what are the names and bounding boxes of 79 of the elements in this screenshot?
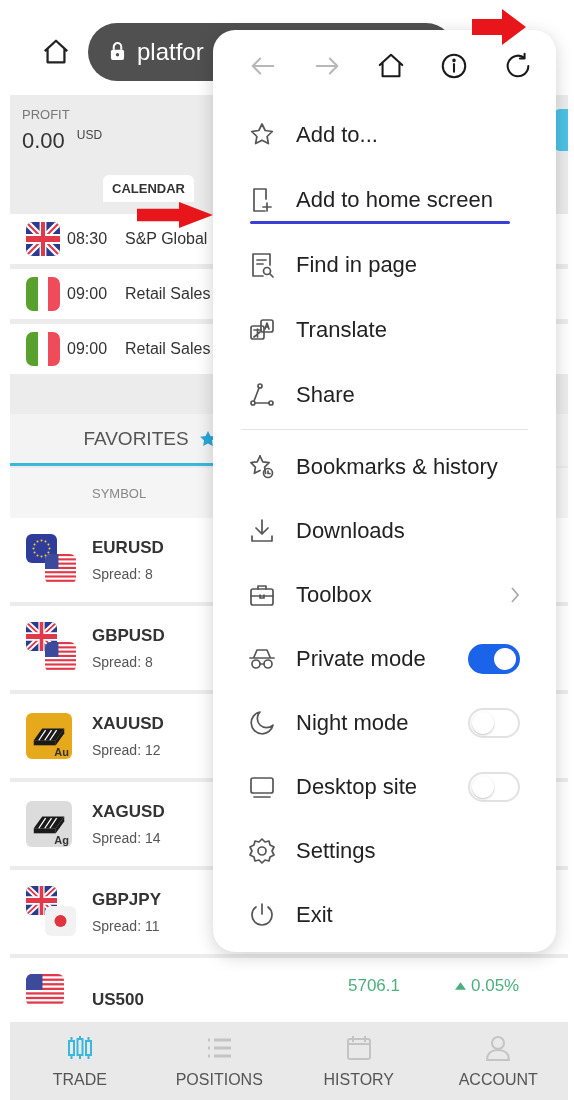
nav-tab[interactable]: HISTORY xyxy=(289,1022,429,1100)
menu-item[interactable]: Toolbox xyxy=(213,563,556,627)
nav-tab[interactable]: ACCOUNT xyxy=(428,1022,568,1100)
menu-label: Translate xyxy=(296,316,388,343)
up-triangle-icon xyxy=(455,982,466,990)
calendar-tab[interactable]: CALENDAR xyxy=(103,175,194,202)
nav-tab[interactable]: TRADE xyxy=(10,1022,150,1100)
spread-text: Spread: 11 xyxy=(92,918,161,934)
menu-label: Add to home screen xyxy=(296,186,494,213)
ingot-icon xyxy=(32,725,66,747)
menu-item[interactable]: Downloads xyxy=(213,499,556,563)
menu-item[interactable]: Add to home screen xyxy=(213,167,556,232)
symbol-name: GBPJPY xyxy=(92,890,161,910)
menu-item[interactable]: Exit xyxy=(213,883,556,947)
column-header: SYMBOL xyxy=(92,485,147,501)
menu-label: Exit xyxy=(296,902,334,928)
lock-icon xyxy=(110,42,125,61)
url-text: platfor xyxy=(137,37,204,66)
menu-label: Add to... xyxy=(296,121,379,148)
toggle-switch[interactable] xyxy=(468,644,520,674)
event-time: 08:30 xyxy=(67,230,109,248)
spread-text: Spread: 12 xyxy=(92,742,162,758)
nav-label: ACCOUNT xyxy=(458,1071,538,1089)
flag-icon xyxy=(26,332,60,366)
power-icon xyxy=(248,901,276,929)
event-title: Retail Sales xyxy=(125,285,211,303)
menu-label: Desktop site xyxy=(296,774,419,800)
spread-text: Spread: 14 xyxy=(92,830,162,846)
settings-icon xyxy=(248,837,276,865)
event-title: Retail Sales xyxy=(125,340,211,358)
flag-icon xyxy=(26,277,60,311)
currency-label: USD xyxy=(76,128,103,142)
metal-label: Au xyxy=(54,746,69,758)
menu-item[interactable]: Translate xyxy=(213,297,556,362)
profit-value: 0.00 xyxy=(22,128,65,154)
ingot-icon xyxy=(32,813,66,835)
metal-label: Ag xyxy=(54,834,69,846)
symbol-name: XAGUSD xyxy=(92,802,165,822)
menu-label: Settings xyxy=(296,838,377,864)
symbol-name: XAUUSD xyxy=(92,714,164,734)
flag-icon xyxy=(26,974,64,1006)
symbol-row[interactable]: US500 5706.1 0.05% xyxy=(10,958,568,1022)
menu-item[interactable]: Settings xyxy=(213,819,556,883)
menu-label: Private mode xyxy=(296,646,427,672)
symbol-name: US500 xyxy=(92,990,144,1010)
change-text: 0.05% xyxy=(471,976,520,996)
menu-item[interactable]: Desktop site xyxy=(213,755,556,819)
currency-pair-icon xyxy=(26,886,76,938)
menu-label: Share xyxy=(296,381,356,408)
bookmark-clock-icon xyxy=(248,453,276,481)
event-time: 09:00 xyxy=(67,285,109,303)
symbol-name: GBPUSD xyxy=(92,626,165,646)
menu-item[interactable]: Private mode xyxy=(213,627,556,691)
menu-label: Bookmarks & history xyxy=(296,454,499,480)
download-icon xyxy=(248,517,276,545)
nav-tab[interactable]: POSITIONS xyxy=(149,1022,289,1100)
menu-item[interactable]: Night mode xyxy=(213,691,556,755)
price-text: 5706.1 xyxy=(348,976,400,996)
spread-text: Spread: 8 xyxy=(92,566,154,582)
profit-label: PROFIT xyxy=(22,107,71,122)
menu-item[interactable]: Add to... xyxy=(213,102,556,167)
menu-item[interactable]: Find in page xyxy=(213,232,556,297)
nav-label: POSITIONS xyxy=(175,1071,263,1089)
flag-icon xyxy=(26,222,60,256)
nav-label: TRADE xyxy=(52,1071,107,1089)
event-time: 09:00 xyxy=(67,340,109,358)
nav-label: HISTORY xyxy=(323,1071,394,1089)
pointer-arrow xyxy=(472,9,526,45)
menu-label: Downloads xyxy=(296,518,406,544)
favorites-label: FAVORITES xyxy=(83,427,189,450)
symbol-name: EURUSD xyxy=(92,538,164,558)
spread-text: Spread: 8 xyxy=(92,654,154,670)
event-title: S&P Global xyxy=(125,230,208,248)
menu-label: Toolbox xyxy=(296,582,373,608)
menu-label: Find in page xyxy=(296,251,419,278)
share-icon xyxy=(248,380,276,409)
chevron-icon xyxy=(510,586,520,604)
moon-icon xyxy=(248,709,276,737)
menu-label: Night mode xyxy=(296,710,410,736)
